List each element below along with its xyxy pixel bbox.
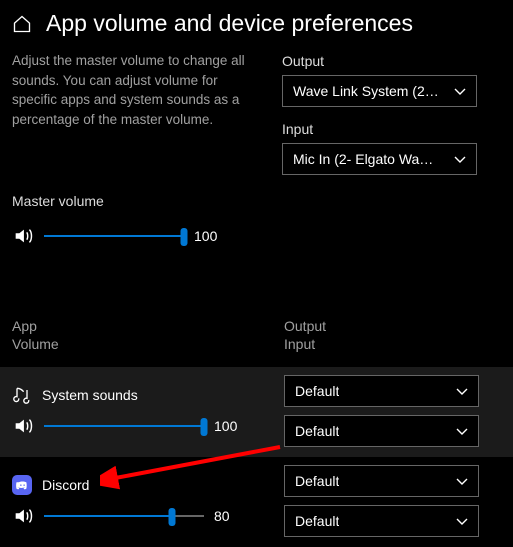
system-output-value: Default — [295, 383, 339, 399]
master-volume-value: 100 — [194, 228, 222, 244]
app-row-system-sounds: System sounds 100 Default Default — [0, 367, 513, 457]
output-device-value: Wave Link System (2… — [293, 83, 439, 99]
system-volume-slider[interactable] — [44, 416, 204, 436]
column-header-input: Input — [284, 335, 326, 353]
discord-icon — [12, 475, 32, 495]
input-device-value: Mic In (2- Elgato Wa… — [293, 151, 433, 167]
column-header-output: Output — [284, 317, 326, 335]
system-volume-value: 100 — [214, 418, 242, 434]
master-volume-slider[interactable] — [44, 226, 184, 246]
output-label: Output — [282, 53, 501, 69]
page-title: App volume and device preferences — [46, 10, 413, 37]
system-output-select[interactable]: Default — [284, 375, 479, 407]
chevron-down-icon — [454, 85, 466, 97]
system-input-value: Default — [295, 423, 339, 439]
chevron-down-icon — [456, 475, 468, 487]
app-name: System sounds — [42, 387, 138, 403]
system-input-select[interactable]: Default — [284, 415, 479, 447]
discord-input-value: Default — [295, 513, 339, 529]
speaker-icon[interactable] — [12, 415, 34, 437]
input-label: Input — [282, 121, 501, 137]
discord-volume-slider[interactable] — [44, 506, 204, 526]
column-header-volume: Volume — [12, 335, 284, 353]
chevron-down-icon — [456, 515, 468, 527]
chevron-down-icon — [454, 153, 466, 165]
system-sounds-icon — [12, 385, 32, 405]
master-volume-label: Master volume — [12, 193, 501, 209]
discord-output-select[interactable]: Default — [284, 465, 479, 497]
description-text: Adjust the master volume to change all s… — [12, 51, 262, 175]
home-icon[interactable] — [12, 14, 32, 34]
app-row-discord: Discord 80 Default Default — [0, 457, 513, 547]
output-device-select[interactable]: Wave Link System (2… — [282, 75, 477, 107]
discord-output-value: Default — [295, 473, 339, 489]
input-device-select[interactable]: Mic In (2- Elgato Wa… — [282, 143, 477, 175]
column-header-app: App — [12, 317, 284, 335]
app-name: Discord — [42, 477, 89, 493]
speaker-icon[interactable] — [12, 225, 34, 247]
chevron-down-icon — [456, 425, 468, 437]
speaker-icon[interactable] — [12, 505, 34, 527]
chevron-down-icon — [456, 385, 468, 397]
discord-input-select[interactable]: Default — [284, 505, 479, 537]
